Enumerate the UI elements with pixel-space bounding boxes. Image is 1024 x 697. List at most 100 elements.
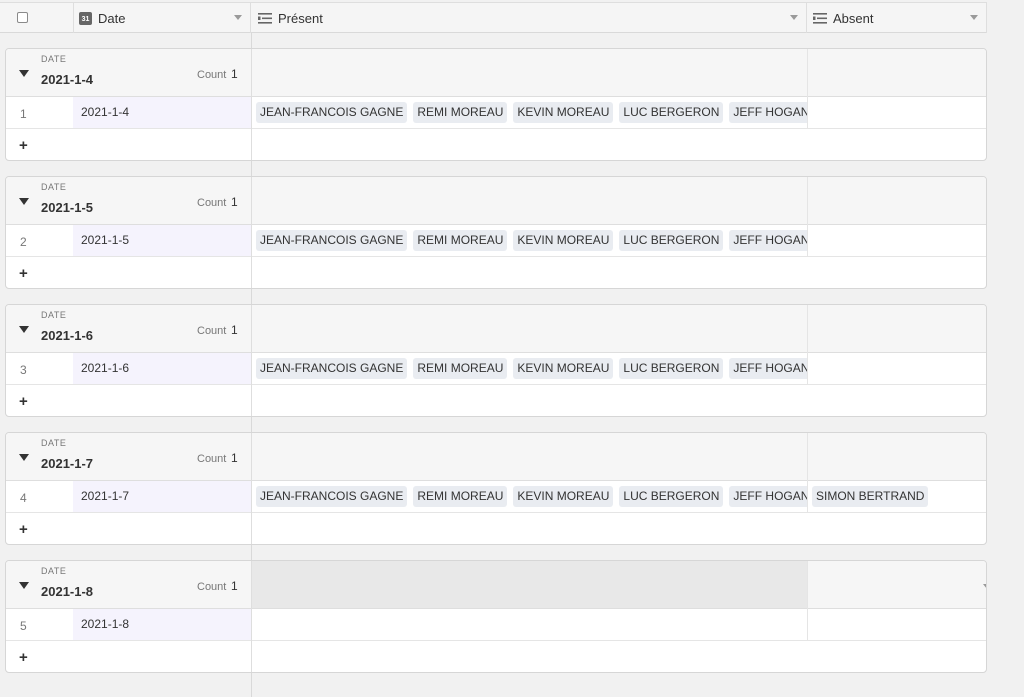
present-chip: JEFF HOGAN — [729, 486, 807, 507]
plus-icon: + — [19, 521, 28, 538]
frozen-column-line — [251, 433, 252, 544]
frozen-column-line — [251, 561, 252, 672]
present-cell[interactable]: JEAN-FRANCOIS GAGNE REMI MOREAU KEVIN MORE… — [252, 353, 807, 384]
group-count-value: 1 — [231, 67, 238, 81]
present-chip: LUC BERGERON — [619, 230, 724, 251]
collapse-toggle-icon[interactable] — [19, 326, 29, 333]
present-chip: JEAN-FRANCOIS GAGNE — [256, 102, 408, 123]
present-chip: KEVIN MOREAU — [513, 102, 614, 123]
group-count-label: Count — [197, 453, 227, 465]
present-cell[interactable] — [252, 609, 807, 640]
row-number: 1 — [20, 107, 27, 121]
column-header-absent[interactable]: Absent — [807, 3, 987, 33]
group-field-label: DATE — [41, 438, 67, 448]
calendar-icon: 31 — [79, 11, 92, 25]
select-all-checkbox[interactable] — [17, 12, 28, 23]
column-line — [807, 49, 808, 129]
chevron-down-icon[interactable] — [790, 15, 798, 20]
date-cell[interactable]: 2021-1-7 — [73, 481, 251, 512]
present-chip: JEAN-FRANCOIS GAGNE — [256, 486, 408, 507]
present-chip: JEFF HOGAN — [729, 358, 807, 379]
column-line — [807, 177, 808, 257]
add-record-button[interactable]: + — [6, 257, 251, 288]
group-value: 2021-1-7 — [41, 456, 94, 471]
present-chip: REMI MOREAU — [413, 230, 508, 251]
group-value: 2021-1-5 — [41, 200, 94, 215]
group-header[interactable]: DATE 2021-1-4 Count 1 — [6, 49, 986, 97]
group-header[interactable]: DATE 2021-1-5 Count 1 — [6, 177, 986, 225]
row-number: 4 — [20, 491, 27, 505]
add-record-button[interactable]: + — [6, 385, 251, 416]
present-cell[interactable]: JEAN-FRANCOIS GAGNE REMI MOREAU KEVIN MORE… — [252, 97, 807, 128]
table-row[interactable]: 2 2021-1-5 JEAN-FRANCOIS GAGNE REMI MOREA… — [6, 225, 986, 257]
present-chip: REMI MOREAU — [413, 102, 508, 123]
group-count-label: Count — [197, 197, 227, 209]
present-chip: JEFF HOGAN — [729, 230, 807, 251]
group-header[interactable]: DATE 2021-1-6 Count 1 — [6, 305, 986, 353]
group-field-label: DATE — [41, 310, 67, 320]
chevron-down-icon — [983, 583, 986, 589]
present-chip: REMI MOREAU — [413, 358, 508, 379]
collapse-toggle-icon[interactable] — [19, 454, 29, 461]
table-row[interactable]: 3 2021-1-6 JEAN-FRANCOIS GAGNE REMI MOREA… — [6, 353, 986, 385]
column-header-date[interactable]: 31 Date — [74, 3, 251, 33]
frozen-column-line — [251, 49, 252, 160]
chevron-down-icon[interactable] — [970, 15, 978, 20]
collapse-toggle-icon[interactable] — [19, 70, 29, 77]
column-header-absent-label: Absent — [833, 10, 874, 26]
column-header-present[interactable]: Présent — [251, 3, 807, 33]
column-line — [807, 433, 808, 513]
chevron-down-icon[interactable] — [234, 15, 242, 20]
record-group: DATE 2021-1-6 Count 1 3 2021-1-6 JEAN-FR… — [5, 304, 987, 417]
grid-header: 31 Date Présent Absent — [0, 2, 987, 33]
absent-cell[interactable] — [808, 353, 986, 384]
group-value: 2021-1-4 — [41, 72, 94, 87]
date-cell[interactable]: 2021-1-5 — [73, 225, 251, 256]
collapse-toggle-icon[interactable] — [19, 582, 29, 589]
present-chip: KEVIN MOREAU — [513, 486, 614, 507]
group-header[interactable]: Summary DATE 2021-1-8 Count 1 — [6, 561, 986, 609]
group-count-label: Count — [197, 69, 227, 81]
record-group: Summary DATE 2021-1-8 Count 1 5 2021-1-8… — [5, 560, 987, 673]
add-record-button[interactable]: + — [6, 641, 251, 672]
list-icon — [813, 12, 827, 24]
row-number: 2 — [20, 235, 27, 249]
add-record-button[interactable]: + — [6, 513, 251, 544]
present-chip: REMI MOREAU — [413, 486, 508, 507]
present-cell[interactable]: JEAN-FRANCOIS GAGNE REMI MOREAU KEVIN MORE… — [252, 225, 807, 256]
date-cell[interactable]: 2021-1-4 — [73, 97, 251, 128]
table-row[interactable]: 4 2021-1-7 JEAN-FRANCOIS GAGNE REMI MOREA… — [6, 481, 986, 513]
select-all-cell — [0, 3, 74, 33]
table-row[interactable]: 1 2021-1-4 JEAN-FRANCOIS GAGNE REMI MOREA… — [6, 97, 986, 129]
summary-control[interactable]: Summary — [983, 580, 986, 592]
table-row[interactable]: 5 2021-1-8 — [6, 609, 986, 641]
group-header[interactable]: DATE 2021-1-7 Count 1 — [6, 433, 986, 481]
absent-cell[interactable] — [808, 97, 986, 128]
record-group: DATE 2021-1-7 Count 1 4 2021-1-7 JEAN-FR… — [5, 432, 987, 545]
plus-icon: + — [19, 265, 28, 282]
date-cell[interactable]: 2021-1-8 — [73, 609, 251, 640]
column-line — [807, 305, 808, 385]
absent-cell[interactable] — [808, 225, 986, 256]
absent-cell[interactable] — [808, 609, 986, 640]
group-field-label: DATE — [41, 566, 67, 576]
record-group: DATE 2021-1-4 Count 1 1 2021-1-4 JEAN-FR… — [5, 48, 987, 161]
row-number: 5 — [20, 619, 27, 633]
date-cell[interactable]: 2021-1-6 — [73, 353, 251, 384]
column-header-present-label: Présent — [278, 10, 323, 26]
present-cell[interactable]: JEAN-FRANCOIS GAGNE REMI MOREAU KEVIN MORE… — [252, 481, 807, 512]
absent-cell[interactable]: SIMON BERTRAND — [808, 481, 986, 512]
present-chip: JEAN-FRANCOIS GAGNE — [256, 230, 408, 251]
present-chip: KEVIN MOREAU — [513, 230, 614, 251]
column-line — [807, 561, 808, 641]
group-count-label: Count — [197, 581, 227, 593]
add-record-button[interactable]: + — [6, 129, 251, 160]
group-value: 2021-1-6 — [41, 328, 94, 343]
present-chip: LUC BERGERON — [619, 486, 724, 507]
group-value: 2021-1-8 — [41, 584, 94, 599]
present-chip: KEVIN MOREAU — [513, 358, 614, 379]
present-chip: JEFF HOGAN — [729, 102, 807, 123]
present-chip: JEAN-FRANCOIS GAGNE — [256, 358, 408, 379]
collapse-toggle-icon[interactable] — [19, 198, 29, 205]
summary-bar[interactable]: Summary — [252, 561, 986, 608]
